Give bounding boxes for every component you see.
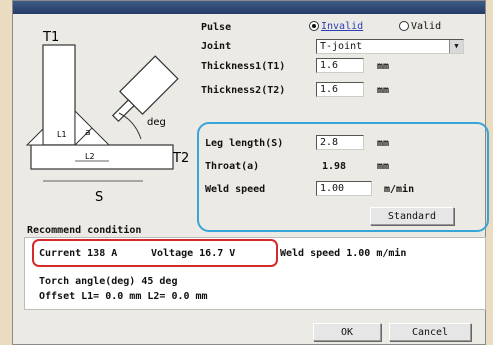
- radio-selected-icon: [309, 21, 319, 31]
- pulse-valid-label: Valid: [411, 21, 442, 32]
- torch: [111, 55, 179, 123]
- a-label: a: [85, 128, 91, 138]
- t2-label: T2: [172, 151, 189, 166]
- input-highlight-box: [197, 122, 489, 232]
- ok-button[interactable]: OK: [313, 323, 381, 341]
- chevron-down-icon: ▼: [449, 40, 463, 53]
- plate-t2: [30, 144, 174, 170]
- joint-select[interactable]: T-joint ▼: [316, 39, 464, 54]
- title-bar: [13, 1, 485, 14]
- deg-label: deg: [147, 117, 166, 128]
- pulse-valid-radio[interactable]: Valid: [399, 21, 441, 32]
- thickness2-unit: mm: [377, 85, 390, 96]
- radio-unselected-icon: [399, 21, 409, 31]
- pulse-invalid-label: Invalid: [321, 21, 364, 32]
- pulse-invalid-radio[interactable]: Invalid: [309, 21, 363, 32]
- recommend-weld-speed: Weld speed 1.00 m/min: [280, 248, 407, 259]
- thickness1-label: Thickness1(T1): [201, 61, 286, 72]
- thickness1-unit: mm: [377, 61, 390, 72]
- l1-label: L1: [57, 130, 67, 139]
- s-label: S: [95, 190, 103, 205]
- result-highlight-box: [32, 239, 278, 267]
- weld-bead-left: [25, 127, 44, 146]
- thickness2-label: Thickness2(T2): [201, 85, 286, 96]
- thickness1-input[interactable]: 1.6: [316, 58, 364, 73]
- recommend-offset: Offset L1= 0.0 mm L2= 0.0 mm: [39, 291, 208, 302]
- joint-value: T-joint: [320, 41, 363, 52]
- recommend-title: Recommend condition: [27, 225, 142, 236]
- thickness2-input[interactable]: 1.6: [316, 82, 364, 97]
- cancel-button[interactable]: Cancel: [389, 323, 471, 341]
- joint-diagram: T1 T2 S deg a L1 L2: [25, 30, 189, 205]
- l2-label: L2: [85, 152, 95, 161]
- pulse-label: Pulse: [201, 22, 232, 33]
- recommend-torch-angle: Torch angle(deg) 45 deg: [39, 276, 178, 287]
- joint-label: Joint: [201, 41, 232, 52]
- t1-label: T1: [42, 30, 59, 45]
